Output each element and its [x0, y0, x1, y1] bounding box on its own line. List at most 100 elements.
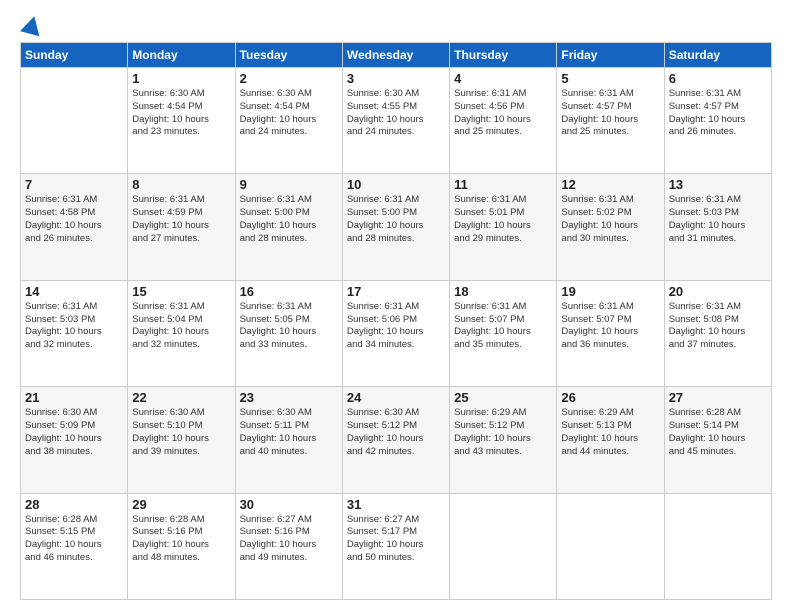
day-number: 10	[347, 177, 445, 192]
day-number: 11	[454, 177, 552, 192]
day-number: 26	[561, 390, 659, 405]
day-detail: Sunrise: 6:31 AM Sunset: 4:57 PM Dayligh…	[561, 88, 659, 139]
day-number: 24	[347, 390, 445, 405]
day-number: 9	[240, 177, 338, 192]
calendar-cell	[21, 68, 128, 174]
day-detail: Sunrise: 6:31 AM Sunset: 4:59 PM Dayligh…	[132, 194, 230, 245]
day-detail: Sunrise: 6:27 AM Sunset: 5:17 PM Dayligh…	[347, 514, 445, 565]
day-number: 21	[25, 390, 123, 405]
day-number: 17	[347, 284, 445, 299]
weekday-header-tuesday: Tuesday	[235, 43, 342, 68]
day-detail: Sunrise: 6:31 AM Sunset: 5:07 PM Dayligh…	[454, 301, 552, 352]
calendar-cell: 18 Sunrise: 6:31 AM Sunset: 5:07 PM Dayli…	[450, 280, 557, 386]
day-number: 1	[132, 71, 230, 86]
weekday-header-wednesday: Wednesday	[342, 43, 449, 68]
day-number: 19	[561, 284, 659, 299]
day-number: 4	[454, 71, 552, 86]
day-number: 3	[347, 71, 445, 86]
day-number: 25	[454, 390, 552, 405]
day-number: 18	[454, 284, 552, 299]
calendar-cell: 7 Sunrise: 6:31 AM Sunset: 4:58 PM Daylig…	[21, 174, 128, 280]
day-detail: Sunrise: 6:30 AM Sunset: 5:11 PM Dayligh…	[240, 407, 338, 458]
calendar-cell: 31 Sunrise: 6:27 AM Sunset: 5:17 PM Dayli…	[342, 493, 449, 599]
calendar-cell: 15 Sunrise: 6:31 AM Sunset: 5:04 PM Dayli…	[128, 280, 235, 386]
day-number: 13	[669, 177, 767, 192]
calendar-table: SundayMondayTuesdayWednesdayThursdayFrid…	[20, 42, 772, 600]
day-detail: Sunrise: 6:31 AM Sunset: 5:01 PM Dayligh…	[454, 194, 552, 245]
week-row-2: 7 Sunrise: 6:31 AM Sunset: 4:58 PM Daylig…	[21, 174, 772, 280]
logo	[20, 16, 42, 34]
week-row-3: 14Sunrise: 6:31 AM Sunset: 5:03 PM Dayli…	[21, 280, 772, 386]
day-detail: Sunrise: 6:31 AM Sunset: 5:02 PM Dayligh…	[561, 194, 659, 245]
calendar-page: SundayMondayTuesdayWednesdayThursdayFrid…	[0, 0, 792, 612]
day-detail: Sunrise: 6:30 AM Sunset: 4:54 PM Dayligh…	[240, 88, 338, 139]
calendar-cell: 4 Sunrise: 6:31 AM Sunset: 4:56 PM Daylig…	[450, 68, 557, 174]
calendar-cell: 14Sunrise: 6:31 AM Sunset: 5:03 PM Dayli…	[21, 280, 128, 386]
calendar-cell: 28 Sunrise: 6:28 AM Sunset: 5:15 PM Dayli…	[21, 493, 128, 599]
day-detail: Sunrise: 6:31 AM Sunset: 5:04 PM Dayligh…	[132, 301, 230, 352]
week-row-4: 21Sunrise: 6:30 AM Sunset: 5:09 PM Dayli…	[21, 387, 772, 493]
calendar-cell	[664, 493, 771, 599]
day-number: 7	[25, 177, 123, 192]
week-row-1: 1 Sunrise: 6:30 AM Sunset: 4:54 PM Daylig…	[21, 68, 772, 174]
day-detail: Sunrise: 6:31 AM Sunset: 5:00 PM Dayligh…	[347, 194, 445, 245]
day-detail: Sunrise: 6:31 AM Sunset: 5:08 PM Dayligh…	[669, 301, 767, 352]
day-detail: Sunrise: 6:31 AM Sunset: 5:03 PM Dayligh…	[25, 301, 123, 352]
day-number: 28	[25, 497, 123, 512]
day-detail: Sunrise: 6:30 AM Sunset: 5:12 PM Dayligh…	[347, 407, 445, 458]
calendar-cell: 21Sunrise: 6:30 AM Sunset: 5:09 PM Dayli…	[21, 387, 128, 493]
day-detail: Sunrise: 6:31 AM Sunset: 4:58 PM Dayligh…	[25, 194, 123, 245]
day-number: 5	[561, 71, 659, 86]
day-detail: Sunrise: 6:28 AM Sunset: 5:16 PM Dayligh…	[132, 514, 230, 565]
day-number: 29	[132, 497, 230, 512]
calendar-cell: 25 Sunrise: 6:29 AM Sunset: 5:12 PM Dayli…	[450, 387, 557, 493]
calendar-cell	[557, 493, 664, 599]
weekday-header-row: SundayMondayTuesdayWednesdayThursdayFrid…	[21, 43, 772, 68]
day-number: 27	[669, 390, 767, 405]
day-detail: Sunrise: 6:29 AM Sunset: 5:12 PM Dayligh…	[454, 407, 552, 458]
calendar-cell: 17 Sunrise: 6:31 AM Sunset: 5:06 PM Dayli…	[342, 280, 449, 386]
calendar-cell: 23Sunrise: 6:30 AM Sunset: 5:11 PM Dayli…	[235, 387, 342, 493]
day-detail: Sunrise: 6:27 AM Sunset: 5:16 PM Dayligh…	[240, 514, 338, 565]
calendar-cell: 9 Sunrise: 6:31 AM Sunset: 5:00 PM Daylig…	[235, 174, 342, 280]
calendar-cell: 5 Sunrise: 6:31 AM Sunset: 4:57 PM Daylig…	[557, 68, 664, 174]
calendar-cell: 11 Sunrise: 6:31 AM Sunset: 5:01 PM Dayli…	[450, 174, 557, 280]
day-number: 22	[132, 390, 230, 405]
calendar-cell: 10 Sunrise: 6:31 AM Sunset: 5:00 PM Dayli…	[342, 174, 449, 280]
calendar-cell: 12Sunrise: 6:31 AM Sunset: 5:02 PM Dayli…	[557, 174, 664, 280]
calendar-cell: 22 Sunrise: 6:30 AM Sunset: 5:10 PM Dayli…	[128, 387, 235, 493]
day-detail: Sunrise: 6:31 AM Sunset: 4:57 PM Dayligh…	[669, 88, 767, 139]
calendar-cell: 19 Sunrise: 6:31 AM Sunset: 5:07 PM Dayli…	[557, 280, 664, 386]
day-detail: Sunrise: 6:31 AM Sunset: 5:00 PM Dayligh…	[240, 194, 338, 245]
calendar-cell: 20 Sunrise: 6:31 AM Sunset: 5:08 PM Dayli…	[664, 280, 771, 386]
week-row-5: 28 Sunrise: 6:28 AM Sunset: 5:15 PM Dayli…	[21, 493, 772, 599]
calendar-cell: 26Sunrise: 6:29 AM Sunset: 5:13 PM Dayli…	[557, 387, 664, 493]
calendar-cell	[450, 493, 557, 599]
weekday-header-monday: Monday	[128, 43, 235, 68]
calendar-cell: 30Sunrise: 6:27 AM Sunset: 5:16 PM Dayli…	[235, 493, 342, 599]
day-detail: Sunrise: 6:30 AM Sunset: 5:10 PM Dayligh…	[132, 407, 230, 458]
day-number: 31	[347, 497, 445, 512]
calendar-cell: 3Sunrise: 6:30 AM Sunset: 4:55 PM Daylig…	[342, 68, 449, 174]
day-number: 6	[669, 71, 767, 86]
day-detail: Sunrise: 6:31 AM Sunset: 5:06 PM Dayligh…	[347, 301, 445, 352]
day-detail: Sunrise: 6:31 AM Sunset: 5:07 PM Dayligh…	[561, 301, 659, 352]
day-number: 16	[240, 284, 338, 299]
calendar-cell: 24 Sunrise: 6:30 AM Sunset: 5:12 PM Dayli…	[342, 387, 449, 493]
header	[20, 16, 772, 34]
calendar-cell: 13 Sunrise: 6:31 AM Sunset: 5:03 PM Dayli…	[664, 174, 771, 280]
day-number: 15	[132, 284, 230, 299]
weekday-header-friday: Friday	[557, 43, 664, 68]
day-number: 2	[240, 71, 338, 86]
day-detail: Sunrise: 6:31 AM Sunset: 4:56 PM Dayligh…	[454, 88, 552, 139]
calendar-cell: 1 Sunrise: 6:30 AM Sunset: 4:54 PM Daylig…	[128, 68, 235, 174]
calendar-cell: 2 Sunrise: 6:30 AM Sunset: 4:54 PM Daylig…	[235, 68, 342, 174]
calendar-cell: 8 Sunrise: 6:31 AM Sunset: 4:59 PM Daylig…	[128, 174, 235, 280]
day-number: 20	[669, 284, 767, 299]
day-detail: Sunrise: 6:30 AM Sunset: 4:54 PM Dayligh…	[132, 88, 230, 139]
day-detail: Sunrise: 6:28 AM Sunset: 5:15 PM Dayligh…	[25, 514, 123, 565]
day-detail: Sunrise: 6:31 AM Sunset: 5:03 PM Dayligh…	[669, 194, 767, 245]
weekday-header-thursday: Thursday	[450, 43, 557, 68]
calendar-cell: 29 Sunrise: 6:28 AM Sunset: 5:16 PM Dayli…	[128, 493, 235, 599]
day-number: 8	[132, 177, 230, 192]
